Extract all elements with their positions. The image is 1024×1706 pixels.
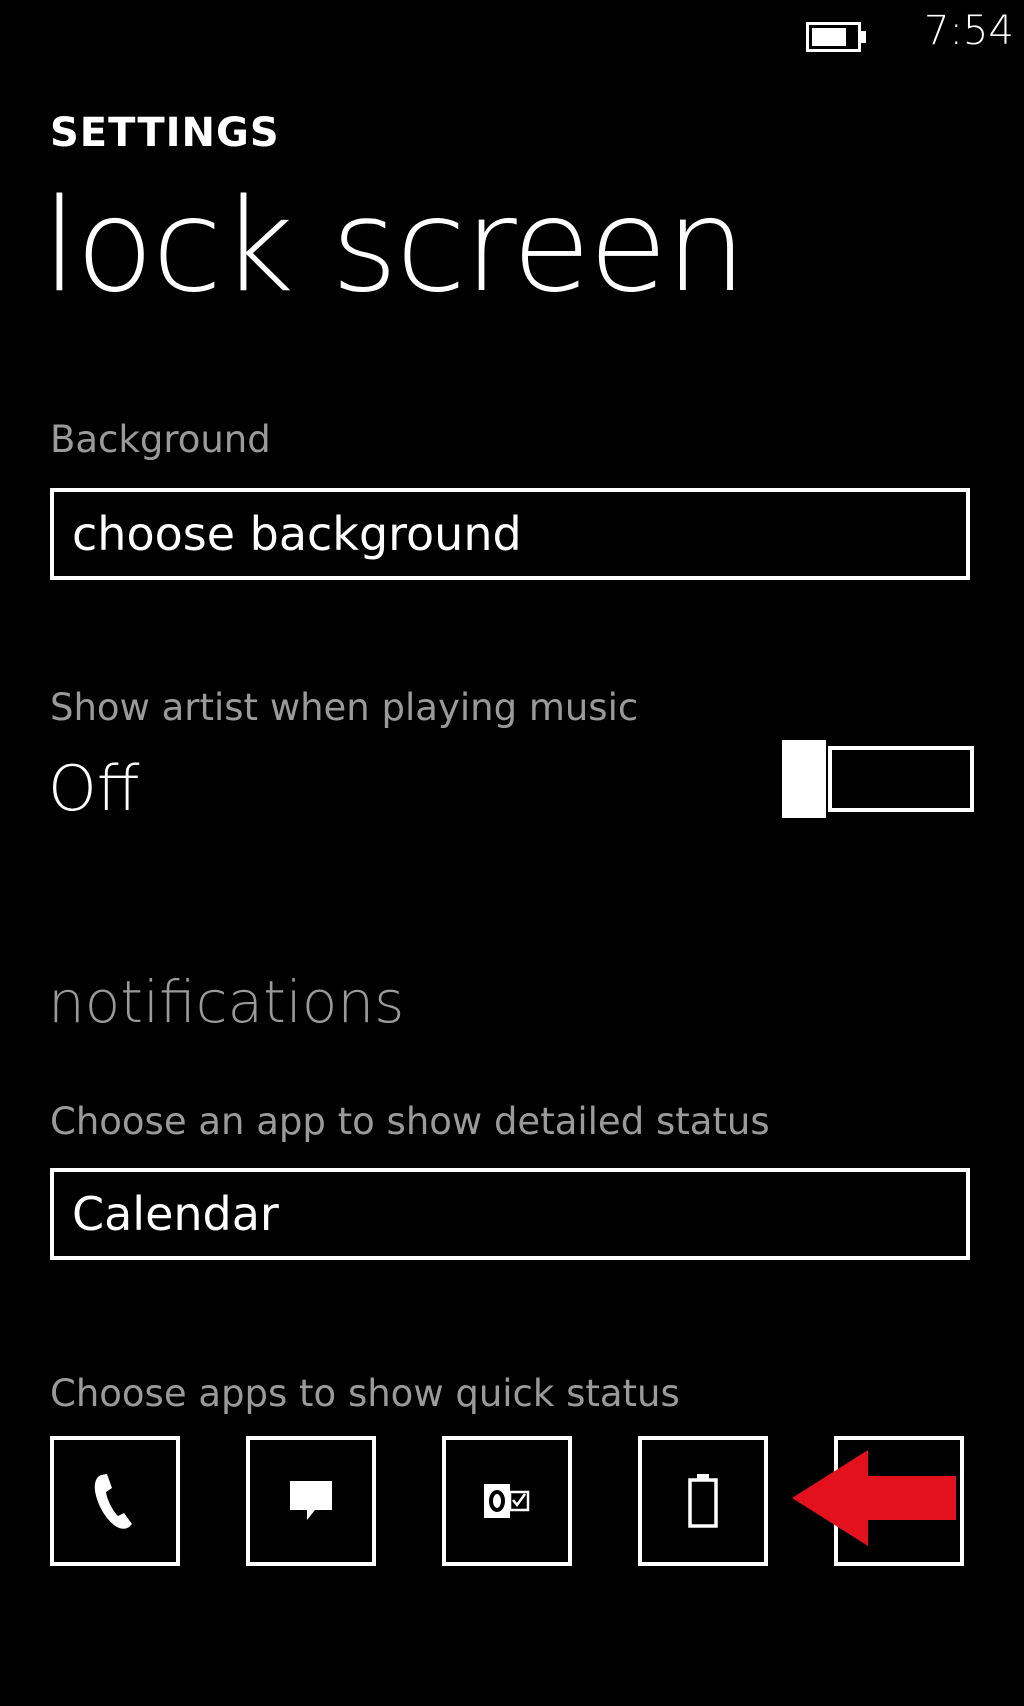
background-label: Background <box>50 418 271 461</box>
battery-icon <box>806 22 866 52</box>
app-label: SETTINGS <box>50 110 280 156</box>
choose-background-button[interactable]: choose background <box>50 488 970 580</box>
quick-status-label: Choose apps to show quick status <box>50 1372 680 1415</box>
toggle-thumb[interactable] <box>782 740 826 818</box>
notifications-heading: notifications <box>48 968 405 1036</box>
detailed-status-picker[interactable]: Calendar <box>50 1168 970 1260</box>
battery-saver-icon <box>688 1474 718 1528</box>
quick-status-slot-battery[interactable] <box>638 1436 768 1566</box>
toggle-track <box>828 746 974 812</box>
red-arrow-icon <box>792 1450 956 1546</box>
messaging-icon <box>290 1481 332 1520</box>
quick-status-slot-outlook[interactable] <box>442 1436 572 1566</box>
show-artist-value: Off <box>48 752 140 825</box>
detailed-status-label: Choose an app to show detailed status <box>50 1100 770 1143</box>
choose-background-label: choose background <box>72 507 522 561</box>
phone-icon <box>94 1474 132 1529</box>
outlook-icon <box>484 1484 530 1518</box>
quick-status-slot-phone[interactable] <box>50 1436 180 1566</box>
status-bar: 7:54 <box>0 0 1024 70</box>
show-artist-label: Show artist when playing music <box>50 686 639 729</box>
detailed-status-value: Calendar <box>72 1187 279 1241</box>
page-title: lock screen <box>42 172 747 321</box>
clock: 7:54 <box>924 8 1014 54</box>
lock-screen-settings-page: 7:54 SETTINGS lock screen Background cho… <box>0 0 1024 1706</box>
show-artist-toggle[interactable] <box>782 740 974 818</box>
quick-status-slot-messaging[interactable] <box>246 1436 376 1566</box>
